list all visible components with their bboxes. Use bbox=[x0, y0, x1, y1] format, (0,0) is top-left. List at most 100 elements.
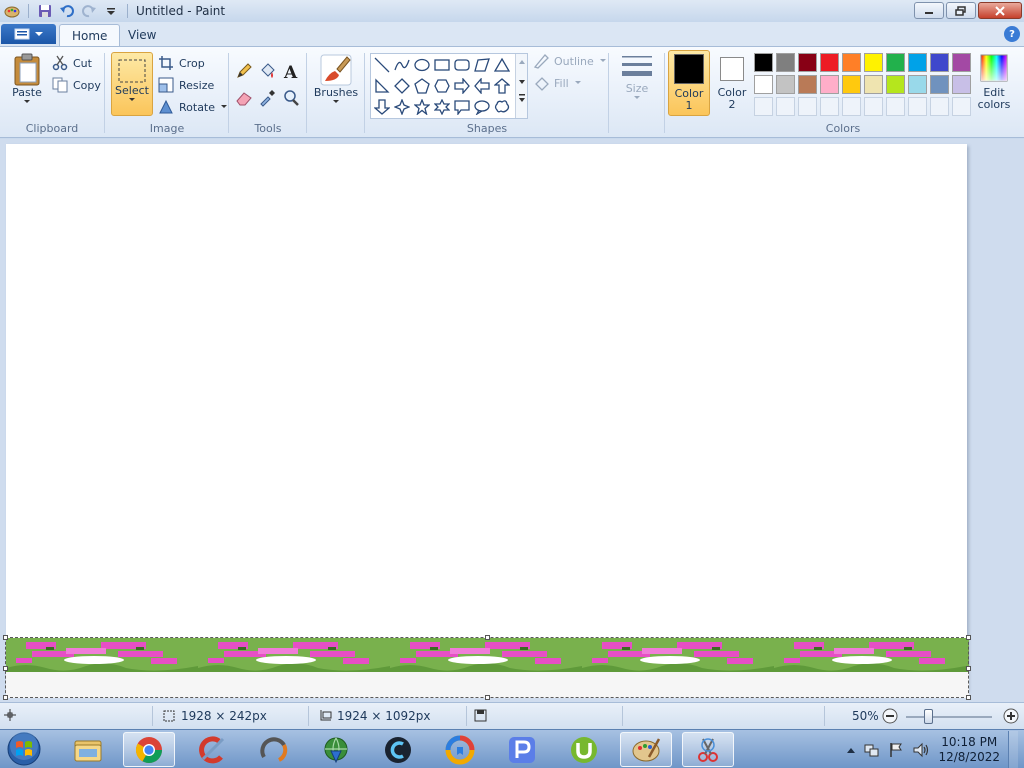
undo-icon[interactable] bbox=[59, 3, 75, 19]
action-center-flag-icon[interactable] bbox=[888, 742, 904, 758]
taskbar-ccleaner[interactable] bbox=[186, 732, 238, 767]
fill-bucket-icon[interactable] bbox=[257, 61, 277, 81]
brushes-button[interactable]: Brushes bbox=[312, 53, 360, 105]
cloud-callout-shape-icon[interactable] bbox=[493, 98, 511, 116]
zoom-in-button[interactable] bbox=[1003, 708, 1019, 724]
palette-color-swatch[interactable] bbox=[754, 53, 773, 72]
color-picker-icon[interactable] bbox=[257, 88, 277, 108]
zoom-slider-track[interactable] bbox=[906, 716, 992, 718]
taskbar-chrome[interactable] bbox=[123, 732, 175, 767]
taskbar-snipping-tool[interactable] bbox=[682, 732, 734, 767]
taskbar-utorrent[interactable] bbox=[558, 732, 610, 767]
color1-button[interactable]: Color 1 bbox=[668, 50, 710, 116]
tab-view[interactable]: View bbox=[116, 24, 168, 46]
line-shape-icon[interactable] bbox=[373, 56, 391, 74]
palette-custom-slot[interactable] bbox=[798, 97, 817, 116]
text-tool-icon[interactable]: A bbox=[281, 61, 301, 81]
palette-color-swatch[interactable] bbox=[776, 75, 795, 94]
zoom-slider-thumb[interactable] bbox=[924, 709, 933, 724]
right-triangle-shape-icon[interactable] bbox=[373, 77, 391, 95]
paint-app-icon[interactable] bbox=[4, 3, 20, 19]
tab-home[interactable]: Home bbox=[59, 24, 121, 46]
palette-color-swatch[interactable] bbox=[842, 53, 861, 72]
palette-color-swatch[interactable] bbox=[864, 53, 883, 72]
palette-color-swatch[interactable] bbox=[886, 53, 905, 72]
resize-handle-bottom-left[interactable] bbox=[3, 695, 8, 700]
palette-color-swatch[interactable] bbox=[820, 53, 839, 72]
resize-button[interactable]: Resize bbox=[158, 75, 214, 95]
palette-custom-slot[interactable] bbox=[864, 97, 883, 116]
crop-button[interactable]: Crop bbox=[158, 53, 205, 73]
taskbar-app-p[interactable] bbox=[496, 732, 548, 767]
taskbar-app-c[interactable] bbox=[372, 732, 424, 767]
palette-custom-slot[interactable] bbox=[886, 97, 905, 116]
pasted-image-selection[interactable] bbox=[6, 638, 969, 698]
curve-shape-icon[interactable] bbox=[393, 56, 411, 74]
shapes-scroll[interactable] bbox=[515, 54, 527, 118]
eraser-icon[interactable] bbox=[234, 88, 254, 108]
zoom-out-button[interactable] bbox=[882, 708, 898, 724]
show-hidden-icons-icon[interactable] bbox=[846, 746, 856, 754]
right-arrow-shape-icon[interactable] bbox=[453, 77, 471, 95]
palette-color-swatch[interactable] bbox=[930, 75, 949, 94]
resize-handle-top[interactable] bbox=[485, 635, 490, 640]
resize-handle-left[interactable] bbox=[3, 666, 8, 671]
outline-button[interactable]: Outline bbox=[533, 51, 607, 71]
resize-handle-top-right[interactable] bbox=[966, 635, 971, 640]
oval-shape-icon[interactable] bbox=[413, 56, 431, 74]
taskbar-internet-download-manager[interactable] bbox=[310, 732, 362, 767]
network-icon[interactable] bbox=[864, 742, 880, 758]
up-arrow-shape-icon[interactable] bbox=[493, 77, 511, 95]
palette-color-swatch[interactable] bbox=[754, 75, 773, 94]
color2-button[interactable]: Color 2 bbox=[712, 50, 752, 116]
save-icon[interactable] bbox=[37, 3, 53, 19]
paint-menu-button[interactable] bbox=[1, 24, 56, 44]
triangle-shape-icon[interactable] bbox=[493, 56, 511, 74]
palette-color-swatch[interactable] bbox=[886, 75, 905, 94]
oval-callout-shape-icon[interactable] bbox=[473, 98, 491, 116]
rect-callout-shape-icon[interactable] bbox=[453, 98, 471, 116]
system-clock[interactable]: 10:18 PM 12/8/2022 bbox=[938, 735, 1000, 765]
restore-button[interactable] bbox=[946, 2, 976, 19]
paste-button[interactable]: Paste bbox=[8, 53, 46, 105]
size-button[interactable]: Size bbox=[614, 53, 660, 101]
diamond-shape-icon[interactable] bbox=[393, 77, 411, 95]
taskbar-paint[interactable] bbox=[620, 732, 672, 767]
palette-custom-slot[interactable] bbox=[820, 97, 839, 116]
volume-icon[interactable] bbox=[912, 742, 930, 758]
taskbar-app-shield[interactable] bbox=[434, 732, 486, 767]
help-icon[interactable]: ? bbox=[1004, 26, 1020, 42]
palette-color-swatch[interactable] bbox=[842, 75, 861, 94]
fill-button[interactable]: Fill bbox=[533, 73, 582, 93]
palette-custom-slot[interactable] bbox=[776, 97, 795, 116]
four-point-star-shape-icon[interactable] bbox=[393, 98, 411, 116]
palette-color-swatch[interactable] bbox=[798, 53, 817, 72]
rectangle-shape-icon[interactable] bbox=[433, 56, 451, 74]
taskbar-app-arc[interactable] bbox=[248, 732, 300, 767]
rounded-rectangle-shape-icon[interactable] bbox=[453, 56, 471, 74]
palette-color-swatch[interactable] bbox=[930, 53, 949, 72]
down-arrow-shape-icon[interactable] bbox=[373, 98, 391, 116]
pentagon-shape-icon[interactable] bbox=[413, 77, 431, 95]
palette-custom-slot[interactable] bbox=[908, 97, 927, 116]
start-button[interactable] bbox=[4, 731, 44, 767]
resize-handle-right[interactable] bbox=[966, 666, 971, 671]
show-desktop-button[interactable] bbox=[1008, 731, 1018, 768]
palette-color-swatch[interactable] bbox=[908, 75, 927, 94]
customize-qat-icon[interactable] bbox=[103, 3, 119, 19]
resize-handle-top-left[interactable] bbox=[3, 635, 8, 640]
copy-button[interactable]: Copy bbox=[52, 75, 101, 95]
edit-colors-button[interactable]: Edit colors bbox=[974, 53, 1014, 111]
resize-handle-bottom[interactable] bbox=[485, 695, 490, 700]
taskbar-file-explorer[interactable] bbox=[62, 732, 114, 767]
drawing-canvas[interactable] bbox=[6, 144, 967, 691]
pencil-icon[interactable] bbox=[234, 61, 254, 81]
palette-color-swatch[interactable] bbox=[952, 75, 971, 94]
palette-color-swatch[interactable] bbox=[908, 53, 927, 72]
palette-color-swatch[interactable] bbox=[798, 75, 817, 94]
hexagon-shape-icon[interactable] bbox=[433, 77, 451, 95]
palette-color-swatch[interactable] bbox=[776, 53, 795, 72]
six-point-star-shape-icon[interactable] bbox=[433, 98, 451, 116]
palette-color-swatch[interactable] bbox=[864, 75, 883, 94]
select-button[interactable]: Select bbox=[111, 52, 153, 116]
